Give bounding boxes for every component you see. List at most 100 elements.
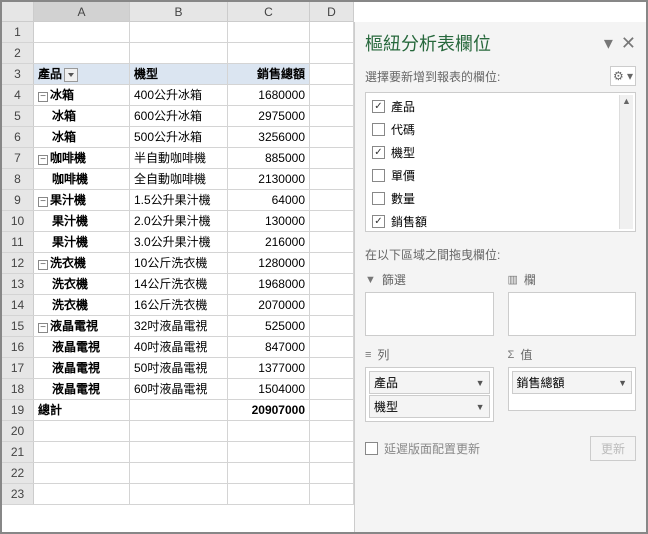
cell[interactable]: 冰箱 [34,127,130,147]
columns-drop-area[interactable] [508,292,637,336]
col-header-b[interactable]: B [130,2,228,21]
cell[interactable]: 130000 [228,211,310,231]
row-header[interactable]: 9 [2,190,34,210]
collapse-icon[interactable]: − [38,197,48,207]
cell[interactable] [310,253,354,273]
row-header[interactable]: 3 [2,64,34,84]
close-icon[interactable]: ✕ [621,33,636,54]
cell[interactable] [228,442,310,462]
row-header[interactable]: 11 [2,232,34,252]
row-header[interactable]: 6 [2,127,34,147]
cell[interactable] [310,64,354,84]
cell[interactable]: 64000 [228,190,310,210]
field-checkbox[interactable] [372,215,385,228]
cell[interactable]: 40吋液晶電視 [130,337,228,357]
cell[interactable]: 全自動咖啡機 [130,169,228,189]
col-header-d[interactable]: D [310,2,354,21]
cell[interactable] [310,211,354,231]
cell[interactable] [130,43,228,63]
field-pill[interactable]: 產品▼ [369,371,490,394]
cell[interactable]: 銷售總額 [228,64,310,84]
cell[interactable]: 3256000 [228,127,310,147]
cell[interactable] [310,169,354,189]
field-checkbox[interactable] [372,192,385,205]
cell[interactable] [310,190,354,210]
cell[interactable] [130,400,228,420]
cell[interactable] [310,463,354,483]
cell[interactable] [34,421,130,441]
field-pill[interactable]: 銷售總額▼ [512,371,633,394]
cell[interactable]: 525000 [228,316,310,336]
cell[interactable] [228,22,310,42]
col-header-c[interactable]: C [228,2,310,21]
cell[interactable]: −果汁機 [34,190,130,210]
cell[interactable] [310,442,354,462]
cell[interactable]: 400公升冰箱 [130,85,228,105]
cell[interactable] [310,316,354,336]
cell[interactable]: 1968000 [228,274,310,294]
cell[interactable]: −咖啡機 [34,148,130,168]
cell[interactable]: 500公升冰箱 [130,127,228,147]
cell[interactable] [310,295,354,315]
cell[interactable]: 洗衣機 [34,274,130,294]
cell[interactable] [310,22,354,42]
row-header[interactable]: 5 [2,106,34,126]
cell[interactable]: 885000 [228,148,310,168]
cell[interactable]: 216000 [228,232,310,252]
cell[interactable]: 2070000 [228,295,310,315]
cell[interactable] [310,400,354,420]
cell[interactable] [310,484,354,504]
update-button[interactable]: 更新 [590,436,636,461]
row-header[interactable]: 22 [2,463,34,483]
row-header[interactable]: 10 [2,211,34,231]
cell[interactable] [310,148,354,168]
field-list[interactable]: 產品代碼機型單價數量銷售額 其他表格...▾ ▲ [365,92,636,232]
field-checkbox[interactable] [372,169,385,182]
cell[interactable]: 產品 [34,64,130,84]
cell[interactable]: 16公斤洗衣機 [130,295,228,315]
collapse-icon[interactable]: − [38,323,48,333]
row-header[interactable]: 19 [2,400,34,420]
cell[interactable]: 液晶電視 [34,379,130,399]
values-drop-area[interactable]: 銷售總額▼ [508,367,637,411]
cell[interactable] [130,484,228,504]
field-item[interactable]: 銷售額 [370,210,631,232]
field-item[interactable]: 單價 [370,164,631,187]
cell[interactable] [228,484,310,504]
cell[interactable]: 1377000 [228,358,310,378]
cell[interactable]: 3.0公升果汁機 [130,232,228,252]
filters-drop-area[interactable] [365,292,494,336]
cell[interactable]: 1280000 [228,253,310,273]
row-header[interactable]: 21 [2,442,34,462]
cell[interactable]: 10公斤洗衣機 [130,253,228,273]
row-header[interactable]: 1 [2,22,34,42]
cell[interactable]: 液晶電視 [34,337,130,357]
cell[interactable]: 總計 [34,400,130,420]
field-pill[interactable]: 機型▼ [369,395,490,418]
cell[interactable] [310,127,354,147]
cell[interactable]: 1504000 [228,379,310,399]
cell[interactable] [34,484,130,504]
filter-dropdown-icon[interactable] [64,68,78,82]
cell[interactable]: 50吋液晶電視 [130,358,228,378]
cell[interactable]: 2975000 [228,106,310,126]
cell[interactable] [228,421,310,441]
row-header[interactable]: 23 [2,484,34,504]
cell[interactable] [34,442,130,462]
cell[interactable] [130,442,228,462]
row-header[interactable]: 14 [2,295,34,315]
gear-icon[interactable]: ⚙ ▾ [610,66,636,86]
cell[interactable] [34,22,130,42]
cell[interactable] [310,106,354,126]
cell[interactable] [228,463,310,483]
cell[interactable]: 600公升冰箱 [130,106,228,126]
row-header[interactable]: 2 [2,43,34,63]
row-header[interactable]: 7 [2,148,34,168]
cell[interactable]: 果汁機 [34,232,130,252]
cell[interactable]: 847000 [228,337,310,357]
field-checkbox[interactable] [372,123,385,136]
cell[interactable] [310,358,354,378]
row-header[interactable]: 18 [2,379,34,399]
cell[interactable]: 32吋液晶電視 [130,316,228,336]
cell[interactable] [310,85,354,105]
